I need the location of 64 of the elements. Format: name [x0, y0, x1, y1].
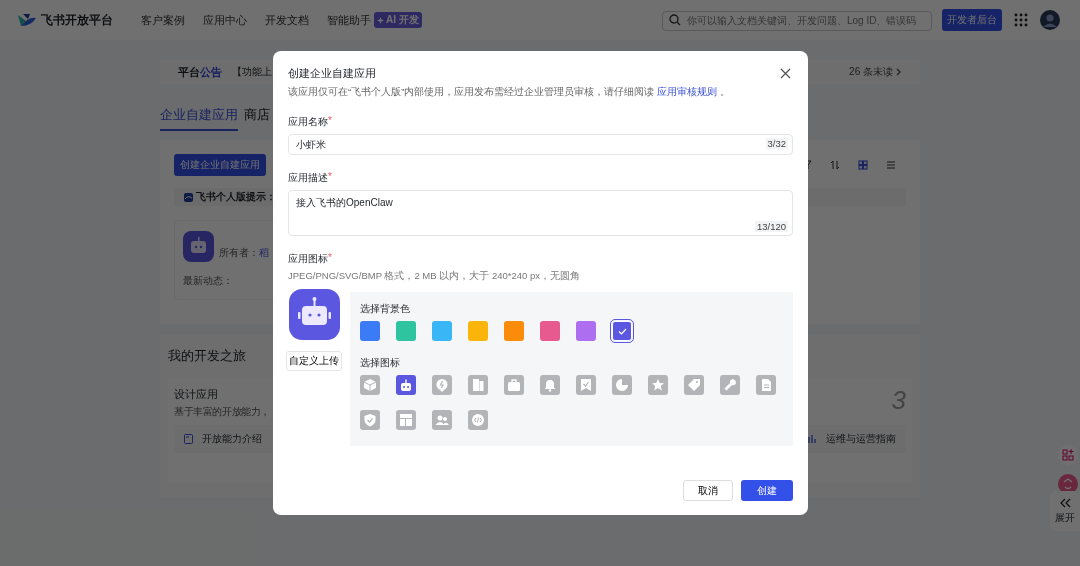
apps-grid-icon[interactable] [1014, 13, 1028, 27]
chart-icon [808, 434, 817, 444]
field-label: 应用名称 [288, 115, 328, 129]
console-button[interactable]: 开发者后台 [942, 9, 1002, 31]
announcement-title: 公告 [200, 64, 222, 80]
field-label: 应用图标 [288, 252, 328, 266]
cancel-button[interactable]: 取消 [683, 480, 733, 501]
nav-item[interactable]: 智能助手 [327, 12, 371, 28]
color-swatch[interactable] [396, 321, 416, 341]
dialog-title: 创建企业自建应用 [288, 66, 376, 81]
expand-button[interactable]: 展开 [1050, 491, 1080, 531]
unread-link[interactable]: 26 条未读 [849, 65, 902, 79]
color-swatch[interactable] [504, 321, 524, 341]
tab[interactable]: 企业自建应用 [160, 106, 238, 131]
chevron-right-icon [896, 68, 902, 76]
required-mark: * [328, 171, 332, 184]
activity-label: 最新动态： [183, 274, 233, 288]
sort-icon[interactable] [830, 160, 840, 170]
check-icon [617, 327, 627, 335]
list-view-icon[interactable] [886, 160, 896, 170]
grid-view-icon[interactable] [858, 160, 868, 170]
tab[interactable]: 商店 [244, 106, 270, 131]
required-mark: * [328, 252, 332, 263]
dialog-notice: 该应用仅可在“飞书个人版”内部使用，应用发布需经过企业管理员审核，请仔细阅读 应用审核规则 。 [288, 86, 731, 99]
create-app-button[interactable]: 创建企业自建应用 [174, 154, 266, 176]
format-hint: JPEG/PNG/SVG/BMP 格式，2 MB 以内，大于 240*240 px，无圆角 [288, 270, 581, 283]
field-label: 应用描述 [288, 171, 328, 185]
color-swatch[interactable] [540, 321, 560, 341]
owner-link[interactable]: 稻 [259, 246, 269, 258]
brand-name: 飞书开放平台 [41, 11, 113, 29]
char-count: 3/32 [765, 138, 788, 149]
robot-icon [183, 231, 214, 262]
color-swatch[interactable] [576, 321, 596, 341]
announcement-title: 平台 [178, 64, 200, 80]
nav-item[interactable]: 客户案例 [141, 12, 185, 28]
icon-option[interactable] [396, 375, 416, 395]
card-text: 基于丰富的开放能力， [174, 405, 270, 419]
sparkle-icon [377, 16, 384, 24]
color-swatch[interactable] [360, 321, 380, 341]
app-icon-preview [288, 289, 340, 340]
color-swatch[interactable] [612, 321, 632, 341]
close-icon[interactable] [780, 68, 791, 79]
badge-text: AI 开发 [386, 13, 419, 27]
document-icon [184, 434, 193, 444]
picker-label: 选择背景色 [360, 302, 411, 316]
nav-item[interactable]: 应用中心 [203, 12, 247, 28]
picker-label: 选择图标 [360, 356, 401, 370]
color-swatch[interactable] [468, 321, 488, 341]
color-swatch[interactable] [432, 321, 452, 341]
tip-icon [184, 192, 193, 202]
avatar[interactable] [1040, 10, 1060, 30]
section-title: 我的开发之旅 [168, 347, 246, 365]
nav-item[interactable]: 开发文档 [265, 12, 309, 28]
card-title: 设计应用 [174, 387, 219, 402]
create-button[interactable]: 创建 [741, 480, 793, 501]
tip-label: 飞书个人版提示： [196, 190, 276, 204]
announcement-text: 【功能上 [232, 65, 272, 79]
review-rules-link[interactable]: 应用审核规则 [656, 86, 717, 97]
char-count: 13/120 [754, 221, 788, 232]
owner-label: 所有者： [219, 246, 259, 258]
double-chevron-icon [1059, 497, 1071, 508]
logo-icon [17, 12, 37, 28]
required-mark: * [328, 115, 332, 126]
upload-button[interactable]: 自定义上传 [286, 351, 342, 371]
